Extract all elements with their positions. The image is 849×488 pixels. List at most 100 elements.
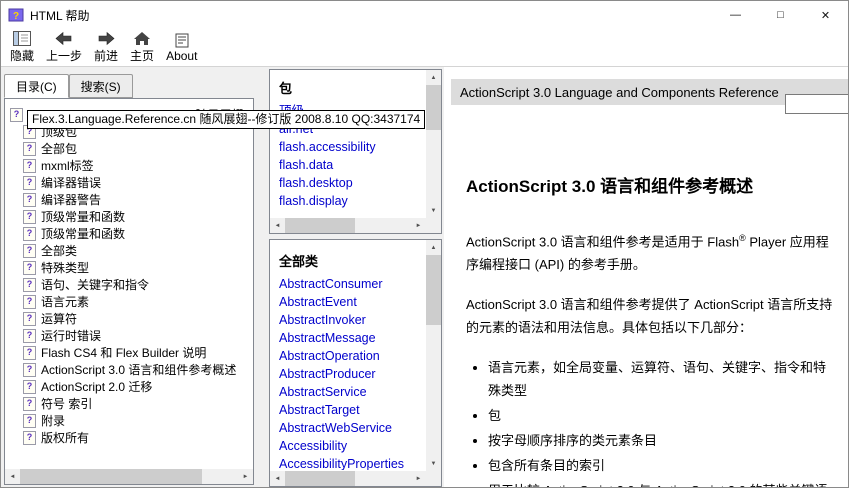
classes-vertical-scrollbar[interactable]: ▲ ▼ [426, 240, 441, 471]
minimize-button[interactable]: — [713, 1, 758, 29]
package-link[interactable]: flash.desktop [279, 174, 425, 192]
maximize-button[interactable]: □ [758, 1, 803, 29]
help-page-icon: ? [23, 142, 36, 156]
scroll-up-icon[interactable]: ▲ [426, 240, 441, 255]
packages-horizontal-scrollbar[interactable]: ◄ ► [270, 218, 426, 233]
topic-bullet: 语言元素，如全局变量、运算符、语句、关键字、指令和特殊类型 [488, 356, 838, 402]
toolbar: 隐藏 上一步 前进 主页 Abou [1, 29, 848, 67]
tree-item[interactable]: ?特殊类型 [6, 259, 252, 276]
classes-horizontal-scrollbar[interactable]: ◄ ► [270, 471, 426, 486]
class-link[interactable]: AbstractProducer [279, 365, 425, 383]
topic-title: ActionScript 3.0 语言和组件参考概述 [466, 172, 838, 197]
topic-bullet: 按字母顺序排序的类元素条目 [488, 429, 838, 452]
help-page-icon: ? [23, 193, 36, 207]
topic-paragraph: ActionScript 3.0 语言和组件参考是适用于 Flash® Play… [466, 227, 838, 276]
help-page-icon: ? [23, 159, 36, 173]
tree-horizontal-scrollbar[interactable]: ◄ ► [5, 469, 253, 484]
help-page-icon: ? [23, 329, 36, 343]
scroll-left-icon[interactable]: ◄ [270, 471, 285, 486]
class-link[interactable]: Accessibility [279, 437, 425, 455]
tree-item[interactable]: ?编译器错误 [6, 174, 252, 191]
home-label: 主页 [130, 47, 154, 64]
tree-item[interactable]: ?顶级常量和函数 [6, 208, 252, 225]
scroll-down-icon[interactable]: ▼ [426, 456, 441, 471]
class-link[interactable]: AbstractMessage [279, 329, 425, 347]
help-window: ? HTML 帮助 — □ ✕ 隐藏 上一步 [0, 0, 849, 488]
scroll-thumb[interactable] [426, 85, 441, 130]
tree-item[interactable]: ?语句、关键字和指令 [6, 276, 252, 293]
class-link[interactable]: AbstractInvoker [279, 311, 425, 329]
tree-item[interactable]: ?顶级常量和函数 [6, 225, 252, 242]
class-link[interactable]: AbstractEvent [279, 293, 425, 311]
tree-item[interactable]: ?符号 索引 [6, 395, 252, 412]
class-link[interactable]: AbstractConsumer [279, 275, 425, 293]
help-page-icon: ? [23, 261, 36, 275]
tree-item[interactable]: ?运算符 [6, 310, 252, 327]
forward-button[interactable]: 前进 [88, 29, 124, 66]
help-page-icon: ? [23, 278, 36, 292]
scroll-left-icon[interactable]: ◄ [270, 218, 285, 233]
close-button[interactable]: ✕ [803, 1, 848, 29]
tree-item[interactable]: ?ActionScript 2.0 迁移 [6, 378, 252, 395]
home-icon [133, 31, 151, 46]
class-link[interactable]: AbstractTarget [279, 401, 425, 419]
contents-tree: ? Flex.3.Language.Reference.cn 随风展翅--修订版… [6, 100, 252, 468]
scroll-thumb[interactable] [426, 255, 441, 325]
tree-item[interactable]: ?ActionScript 3.0 语言和组件参考概述 [6, 361, 252, 378]
topic-bullet: 包 [488, 404, 838, 427]
tree-item-tooltip: Flex.3.Language.Reference.cn 随风展翅--修订版 2… [27, 110, 425, 129]
scroll-right-icon[interactable]: ► [238, 469, 253, 484]
svg-text:?: ? [13, 11, 19, 22]
tree-item[interactable]: ?附录 [6, 412, 252, 429]
topic-bullet: 包含所有条目的索引 [488, 454, 838, 477]
tree-item[interactable]: ?全部类 [6, 242, 252, 259]
home-button[interactable]: 主页 [124, 29, 160, 66]
help-page-icon: ? [23, 346, 36, 360]
tree-item[interactable]: ?mxml标签 [6, 157, 252, 174]
scroll-right-icon[interactable]: ► [411, 471, 426, 486]
tree-item[interactable]: ?全部包 [6, 140, 252, 157]
package-link[interactable]: flash.accessibility [279, 138, 425, 156]
topic-bullet: 用于比较 ActionScript 2.0 与 ActionScript 3.0… [488, 479, 838, 487]
scroll-thumb[interactable] [285, 471, 355, 486]
about-label: About [166, 49, 197, 63]
back-button[interactable]: 上一步 [40, 29, 88, 66]
search-input[interactable] [785, 94, 848, 114]
scroll-thumb[interactable] [20, 469, 202, 484]
contents-tree-panel: ? Flex.3.Language.Reference.cn 随风展翅--修订版… [4, 98, 254, 485]
about-icon [175, 33, 189, 48]
class-link[interactable]: AccessibilityProperties [279, 455, 425, 470]
tree-item[interactable]: ?Flash CS4 和 Flex Builder 说明 [6, 344, 252, 361]
scroll-right-icon[interactable]: ► [411, 218, 426, 233]
tree-item[interactable]: ?编译器警告 [6, 191, 252, 208]
content-banner: ActionScript 3.0 Language and Components… [451, 79, 848, 105]
help-page-icon: ? [23, 397, 36, 411]
about-button[interactable]: About [160, 31, 203, 65]
help-page-icon: ? [10, 108, 23, 122]
scroll-left-icon[interactable]: ◄ [5, 469, 20, 484]
package-link[interactable]: flash.data [279, 156, 425, 174]
tab-search[interactable]: 搜索(S) [69, 74, 133, 98]
class-link[interactable]: AbstractService [279, 383, 425, 401]
tab-contents[interactable]: 目录(C) [4, 74, 69, 98]
tree-item[interactable]: ?语言元素 [6, 293, 252, 310]
forward-label: 前进 [94, 47, 118, 64]
tree-item[interactable]: ?运行时错误 [6, 327, 252, 344]
registered-mark: ® [739, 233, 746, 243]
all-classes-title: 全部类 [279, 251, 425, 270]
tree-item[interactable]: ?版权所有 [6, 429, 252, 446]
topic-content: ActionScript 3.0 语言和组件参考概述 ActionScript … [466, 172, 838, 487]
help-page-icon: ? [23, 210, 36, 224]
packages-vertical-scrollbar[interactable]: ▲ ▼ [426, 70, 441, 218]
scroll-down-icon[interactable]: ▼ [426, 203, 441, 218]
help-page-icon: ? [23, 176, 36, 190]
class-link[interactable]: AbstractOperation [279, 347, 425, 365]
window-title: HTML 帮助 [30, 7, 90, 24]
scroll-thumb[interactable] [285, 218, 355, 233]
class-link[interactable]: AbstractWebService [279, 419, 425, 437]
hide-button[interactable]: 隐藏 [4, 29, 40, 66]
package-link[interactable]: flash.display [279, 192, 425, 210]
scroll-up-icon[interactable]: ▲ [426, 70, 441, 85]
packages-title: 包 [279, 78, 425, 97]
topic-paragraph: ActionScript 3.0 语言和组件参考提供了 ActionScript… [466, 293, 838, 339]
